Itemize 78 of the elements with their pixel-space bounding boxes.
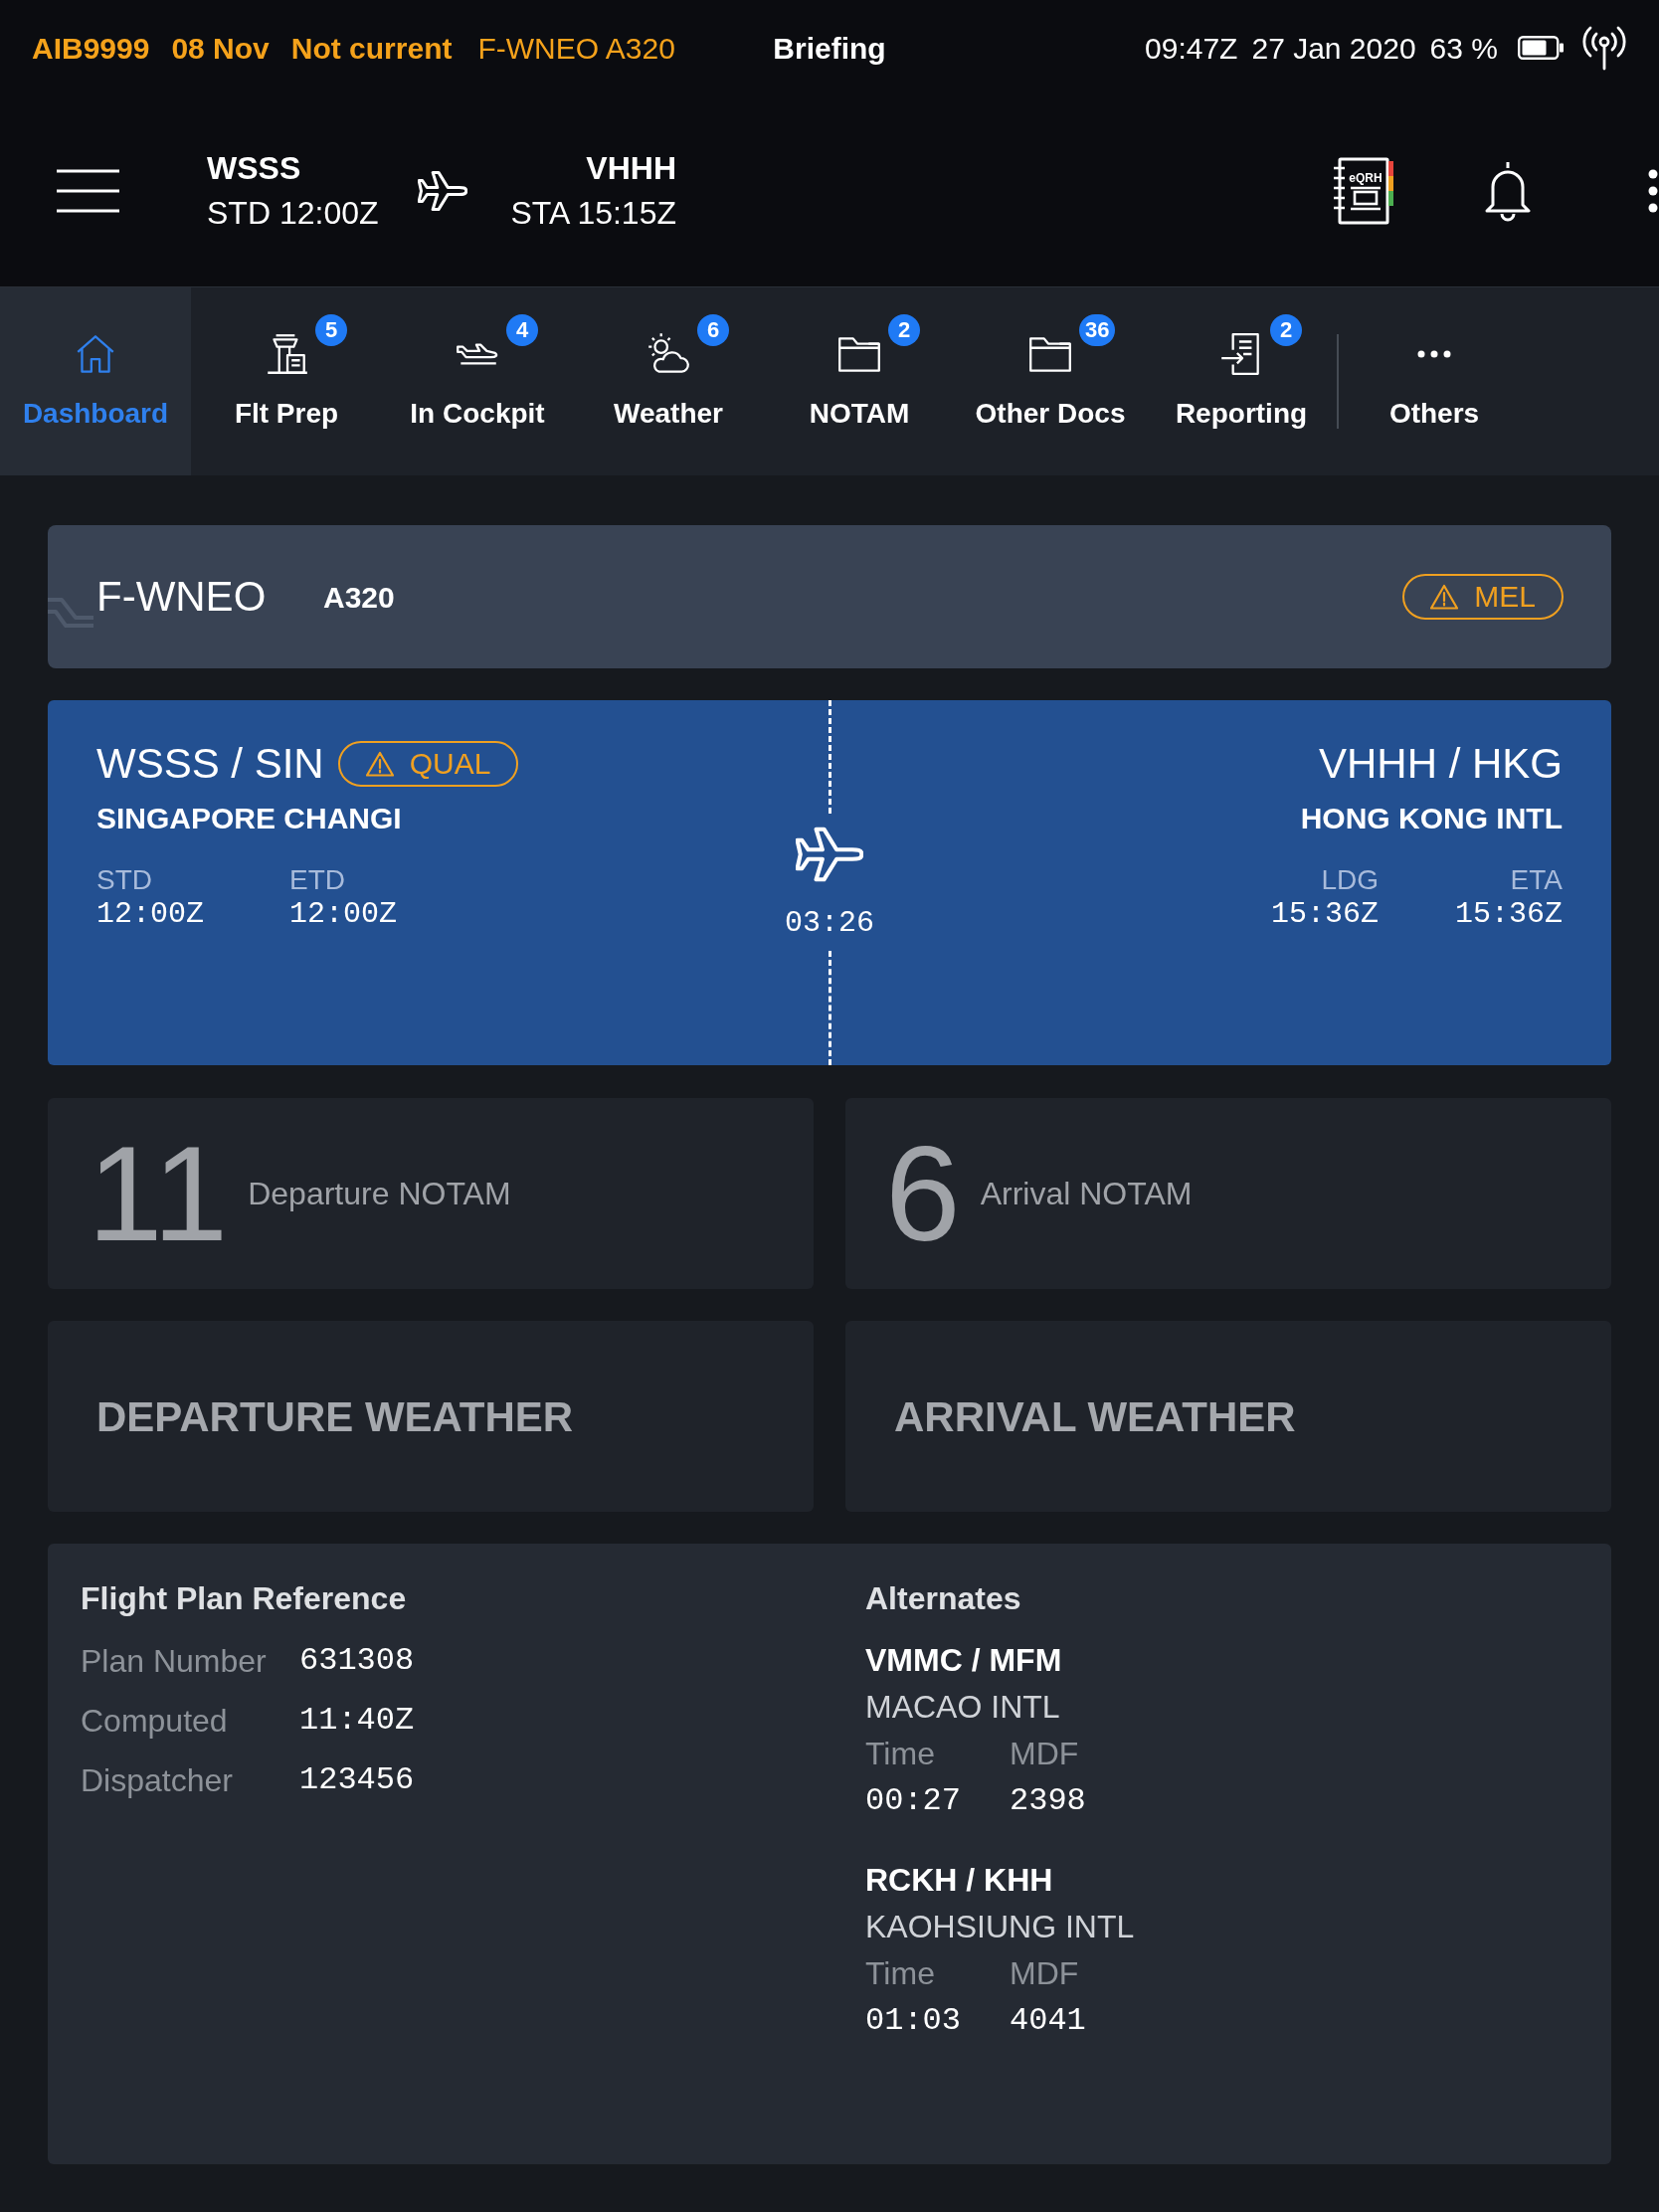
time-label: LDG: [1321, 864, 1379, 896]
count-badge: 2: [888, 314, 920, 346]
warning-icon: [365, 751, 394, 777]
field-label: Dispatcher: [81, 1761, 234, 1800]
notam-count: 6: [885, 1124, 961, 1263]
field-value: 01:03: [865, 2001, 961, 2041]
nav-tab[interactable]: 2 Reporting: [1146, 287, 1337, 475]
time-value: 15:36Z: [1454, 896, 1563, 932]
time-value: 12:00Z: [289, 896, 398, 932]
nav-tab[interactable]: 36 Other Docs: [955, 287, 1146, 475]
field-label: MDF: [1010, 1954, 1079, 1993]
count-badge: 6: [697, 314, 729, 346]
clock-time: 09:47Z: [1145, 30, 1238, 67]
field-value: 2398: [1010, 1781, 1086, 1821]
field-label: Time: [865, 1735, 935, 1773]
field-value: 11:40Z: [299, 1701, 415, 1741]
field-value: 4041: [1010, 2001, 1086, 2041]
plan-status: Not current: [290, 30, 453, 67]
ellipsis-icon: [1417, 350, 1451, 358]
alternate-code: RCKH / KHH: [865, 1861, 1053, 1900]
flight-duration: 03:26: [785, 905, 874, 941]
arrival-airport-code: VHHH / HKG: [1318, 739, 1563, 789]
field-label: MDF: [1010, 1735, 1079, 1773]
time-value: 12:00Z: [96, 896, 205, 932]
screen-title: Briefing: [773, 30, 886, 67]
weather-card[interactable]: DEPARTURE WEATHER: [48, 1321, 814, 1512]
section-title: Alternates: [865, 1579, 1021, 1618]
count-badge: 36: [1079, 314, 1116, 346]
time-label: STD: [96, 864, 152, 896]
field-label: Plan Number: [81, 1642, 268, 1681]
field-value: 00:27: [865, 1781, 961, 1821]
count-badge: 5: [315, 314, 347, 346]
tag-label: MEL: [1474, 579, 1536, 615]
arrival-airport-name: HONG KONG INTL: [1300, 801, 1563, 836]
count-badge: 4: [506, 314, 538, 346]
nav-tab[interactable]: 4 In Cockpit: [382, 287, 573, 475]
nav-tab[interactable]: Dashboard: [0, 287, 191, 475]
antenna-icon: [1581, 25, 1627, 71]
plane-icon: [796, 826, 863, 883]
count-badge: 2: [1270, 314, 1302, 346]
flight-number: AIB9999: [32, 30, 150, 67]
weather-card[interactable]: ARRIVAL WEATHER: [845, 1321, 1611, 1512]
nav-tab[interactable]: 2 NOTAM: [764, 287, 955, 475]
battery-icon: [1518, 36, 1564, 60]
menu-icon[interactable]: [57, 169, 119, 213]
arrival-time: STA 15:15Z: [510, 194, 676, 233]
notam-label: Departure NOTAM: [248, 1175, 511, 1213]
departure-code: WSSS: [207, 149, 301, 188]
battery-percent: 63 %: [1429, 30, 1498, 67]
alternate-name: KAOHSIUNG INTL: [865, 1908, 1135, 1946]
departure-time: STD 12:00Z: [207, 194, 379, 233]
tag-label: QUAL: [409, 746, 491, 782]
field-value: 631308: [299, 1641, 415, 1681]
alternate-name: MACAO INTL: [865, 1688, 1060, 1727]
warning-icon: [1430, 584, 1459, 610]
aircraft-registration: F-WNEO: [96, 572, 268, 622]
plane-icon: [418, 169, 467, 213]
more-icon[interactable]: [1647, 169, 1659, 213]
nav-tab[interactable]: 5 Flt Prep: [191, 287, 382, 475]
current-date: 27 Jan 2020: [1251, 30, 1416, 67]
time-label: ETA: [1510, 864, 1563, 896]
aircraft-type: A320: [323, 579, 395, 616]
field-label: Computed: [81, 1702, 229, 1741]
section-title: Flight Plan Reference: [81, 1579, 407, 1618]
time-label: ETD: [289, 864, 345, 896]
flight-date: 08 Nov: [171, 30, 270, 67]
departure-airport-name: SINGAPORE CHANGI: [96, 801, 402, 836]
time-value: 15:36Z: [1270, 896, 1379, 932]
arrival-code: VHHH: [586, 149, 676, 188]
notam-label: Arrival NOTAM: [980, 1175, 1193, 1213]
aircraft-label: F-WNEO A320: [477, 30, 675, 67]
nav-tab[interactable]: Others: [1339, 287, 1530, 475]
field-label: Time: [865, 1954, 935, 1993]
nav-tab[interactable]: 6 Weather: [573, 287, 764, 475]
field-value: 123456: [299, 1760, 415, 1800]
notam-count: 11: [88, 1124, 229, 1263]
alternate-code: VMMC / MFM: [865, 1641, 1062, 1680]
departure-airport-code: WSSS / SIN: [96, 739, 324, 789]
